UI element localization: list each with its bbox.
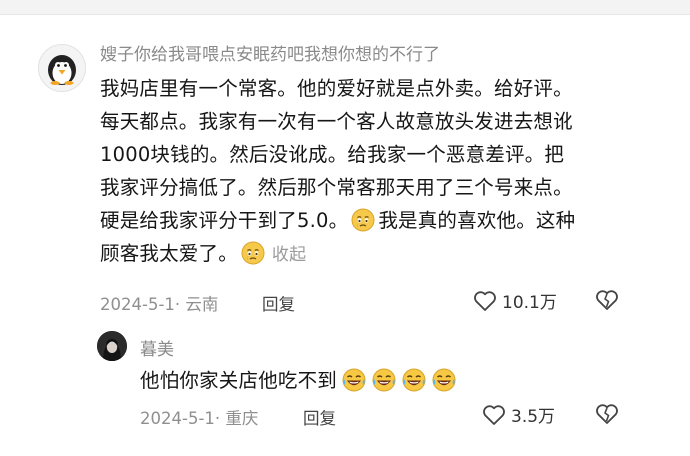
- broken-heart-icon: [596, 404, 618, 424]
- comment-2-username[interactable]: 暮美: [140, 335, 174, 360]
- comment-1-like-count: 10.1万: [502, 293, 557, 313]
- teary-face-icon: [351, 208, 375, 232]
- comment-2-dislike-button[interactable]: [595, 403, 619, 429]
- comment-1-line-6a: 顾客我太爱了。: [100, 242, 238, 265]
- laughing-crying-face-icon: [342, 368, 366, 392]
- comment-1-like-button[interactable]: 10.1万: [473, 288, 557, 313]
- comment-1-reply-button[interactable]: 回复: [262, 291, 295, 315]
- comment-1-username[interactable]: 嫂子你给我哥喂点安眠药吧我想你想的不行了: [100, 40, 440, 65]
- teary-face-icon: [241, 241, 265, 265]
- comment-2-text: 他怕你家关店他吃不到: [140, 369, 338, 392]
- comment-1-text: 我妈店里有一个常客。他的爱好就是点外卖。给好评。 每天都点。我家有一次有一个客人…: [100, 72, 660, 272]
- comment-1-line-2: 每天都点。我家有一次有一个客人故意放头发进去想讹: [100, 110, 573, 133]
- laughing-crying-face-icon: [372, 368, 396, 392]
- comment-2-date-location: 2024-5-1· 重庆: [140, 409, 259, 428]
- heart-icon: [474, 290, 496, 311]
- comment-1-date-location: 2024-5-1· 云南: [100, 295, 219, 314]
- dark-portrait-avatar-icon[interactable]: [97, 331, 127, 361]
- comment-2-like-button[interactable]: 3.5万: [482, 402, 555, 427]
- collapse-link[interactable]: 收起: [272, 245, 306, 265]
- comment-1-line-6: 顾客我太爱了。 收起: [100, 237, 660, 272]
- laughing-crying-face-icon: [432, 368, 456, 392]
- comment-1-line-1: 我妈店里有一个常客。他的爱好就是点外卖。给好评。: [100, 77, 573, 100]
- heart-icon: [483, 404, 505, 425]
- comment-1-line-4: 我家评分搞低了。然后那个常客那天用了三个号来点。: [100, 176, 573, 199]
- comment-1-line-5: 硬是给我家评分干到了5.0。 我是真的喜欢他。这种: [100, 204, 660, 237]
- top-divider: [0, 0, 690, 15]
- laughing-crying-face-icon: [402, 368, 426, 392]
- comment-2-text-row: 他怕你家关店他吃不到: [140, 364, 660, 397]
- broken-heart-icon: [596, 290, 618, 310]
- penguin-avatar-icon[interactable]: [38, 44, 86, 92]
- comment-1-dislike-button[interactable]: [595, 289, 619, 315]
- comment-1-line-5b: 我是真的喜欢他。这种: [378, 209, 576, 232]
- comment-2-like-count: 3.5万: [511, 407, 556, 427]
- comment-1-line-5a: 硬是给我家评分干到了5.0。: [100, 209, 349, 232]
- comment-1-line-3: 1000块钱的。然后没讹成。给我家一个恶意差评。把: [100, 143, 565, 166]
- comment-2-reply-button[interactable]: 回复: [303, 405, 336, 429]
